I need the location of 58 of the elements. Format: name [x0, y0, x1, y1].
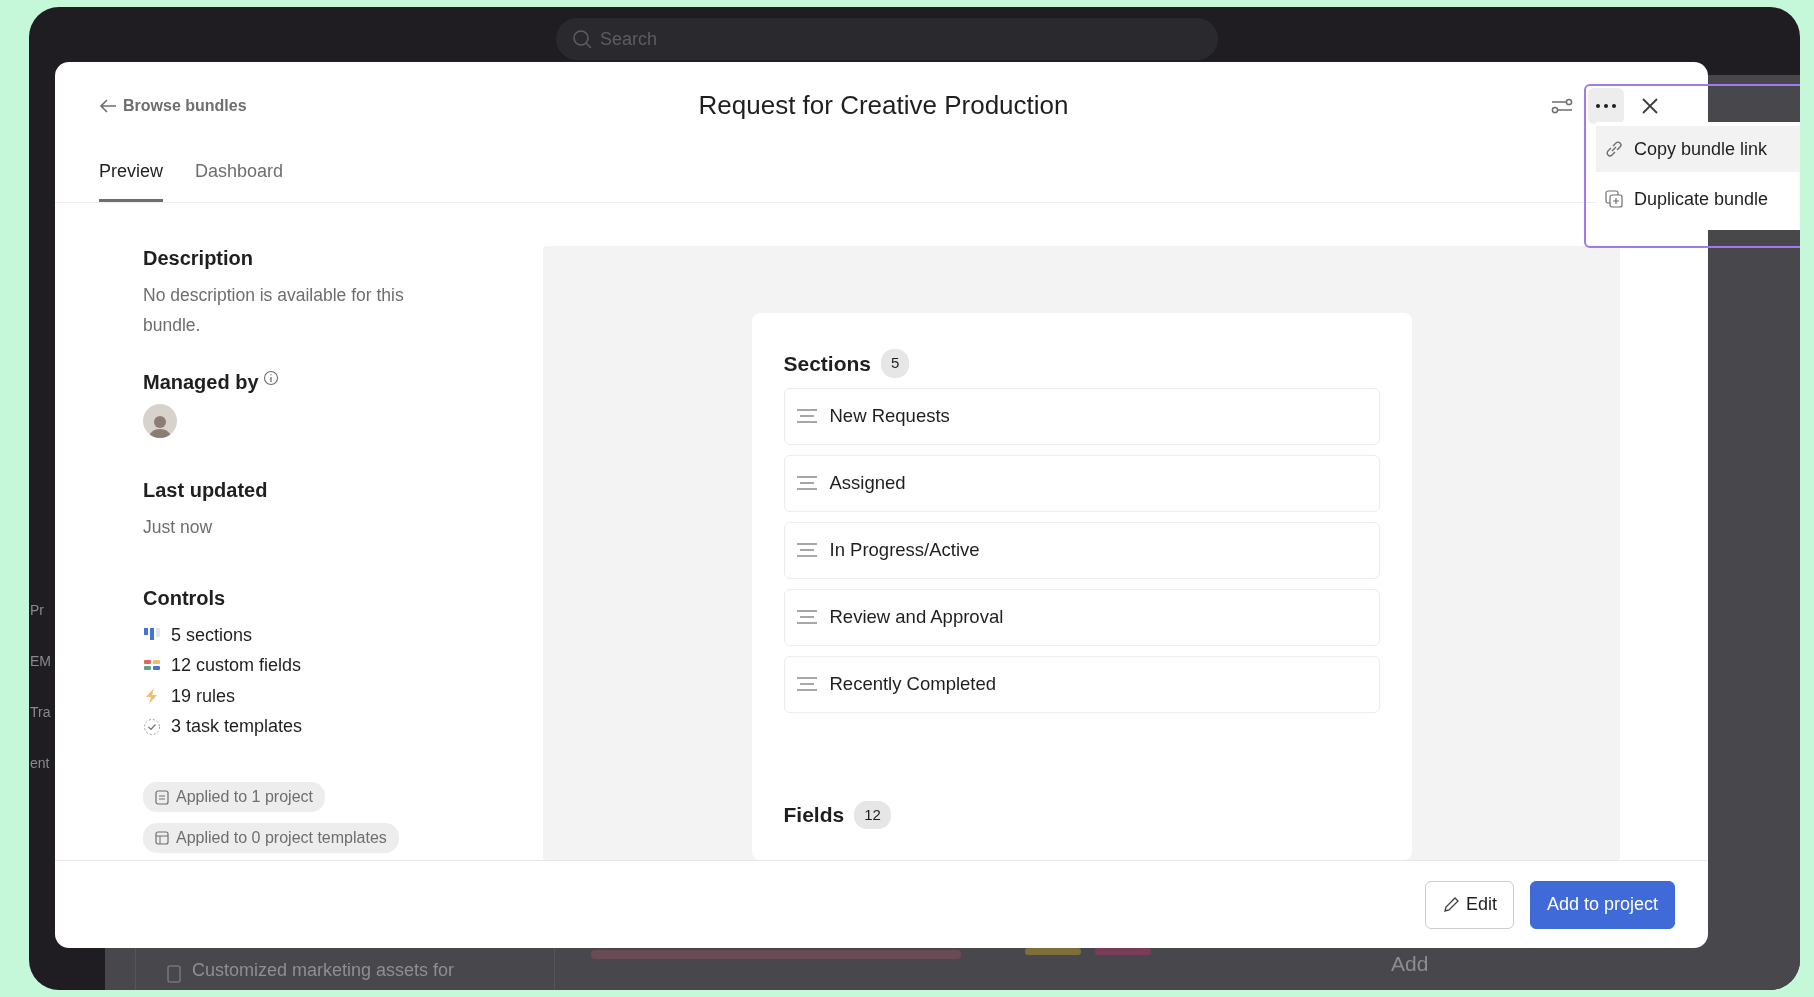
control-count: 3 task templates — [171, 715, 303, 739]
control-count: 5 sections — [171, 623, 253, 647]
control-count: 12 custom fields — [171, 654, 302, 678]
section-name: Assigned — [829, 471, 906, 496]
section-name: Recently Completed — [829, 672, 997, 697]
section-name: In Progress/Active — [829, 538, 980, 563]
section-name: New Requests — [829, 404, 950, 429]
template-icon — [155, 831, 169, 845]
arrow-left-icon — [99, 98, 117, 114]
close-icon — [1641, 97, 1659, 115]
check-circle-icon — [143, 717, 161, 736]
drag-handle-icon — [795, 475, 818, 491]
section-row[interactable]: Recently Completed — [783, 655, 1380, 713]
sliders-icon — [1550, 96, 1574, 116]
drag-handle-icon — [795, 676, 818, 692]
more-icon — [1595, 103, 1617, 109]
task-title: Customized marketing assets for — [192, 959, 455, 982]
tag-bar — [1095, 948, 1151, 955]
description-text: No description is available for this bundle. — [143, 284, 405, 337]
section-heading: Sections — [783, 350, 872, 376]
link-icon — [1604, 139, 1624, 159]
drag-handle-icon — [795, 542, 818, 558]
count-badge: 5 — [881, 349, 910, 378]
edit-button[interactable]: Edit — [1424, 880, 1514, 929]
clipboard-icon — [155, 789, 169, 805]
section-row[interactable]: New Requests — [783, 387, 1380, 445]
updated-text: Just now — [143, 516, 214, 539]
usage-tag: Applied to 0 project templates — [143, 823, 399, 853]
sidebar-label: Pr — [30, 601, 45, 620]
section-row[interactable]: Review and Approval — [783, 588, 1380, 646]
drag-handle-icon — [795, 609, 818, 625]
drag-handle-icon — [795, 408, 818, 424]
tab[interactable]: Dashboard — [195, 158, 284, 202]
section-heading: Fields — [783, 802, 845, 828]
section-heading: Last updated — [143, 478, 269, 502]
sidebar-label: ent — [30, 754, 51, 773]
back-link[interactable]: Browse bundles — [99, 94, 699, 118]
usage-tag: Applied to 1 project — [143, 782, 325, 812]
info-icon — [262, 370, 279, 386]
section-heading: Managed by — [143, 370, 259, 394]
section-row[interactable]: In Progress/Active — [783, 521, 1380, 579]
section-heading: Controls — [143, 586, 227, 610]
count-badge: 12 — [854, 800, 891, 829]
section-name: Review and Approval — [829, 605, 1004, 630]
control-count: 19 rules — [171, 684, 236, 708]
section-row[interactable]: Assigned — [783, 454, 1380, 512]
menu-item[interactable]: Copy bundle link — [1596, 126, 1800, 172]
more-button[interactable] — [1588, 88, 1624, 124]
section-heading: Description — [143, 246, 255, 270]
pencil-icon — [1441, 895, 1460, 914]
tab[interactable]: Preview — [99, 158, 164, 202]
add-to-project-button[interactable]: Add to project — [1529, 880, 1675, 929]
tag-bar — [1025, 948, 1081, 955]
duplicate-icon — [1604, 189, 1624, 209]
sidebar-label: Tra — [30, 703, 52, 722]
sidebar-label: EM — [30, 652, 52, 671]
task-icon — [166, 964, 182, 984]
modal-title: Request for Creative Production — [698, 90, 1069, 122]
